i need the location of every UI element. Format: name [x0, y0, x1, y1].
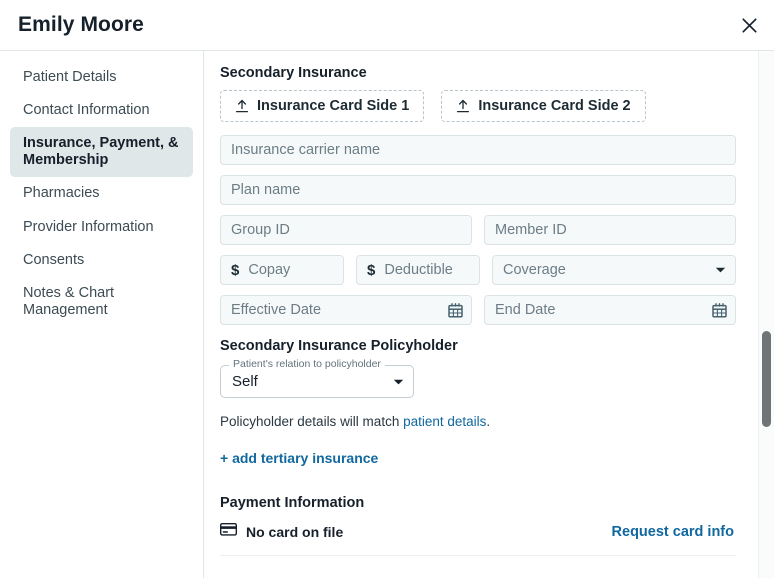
coverage-placeholder: Coverage — [503, 262, 566, 278]
plan-name-input[interactable]: Plan name — [220, 175, 736, 205]
page-title: Emily Moore — [18, 13, 144, 36]
relation-to-policyholder-label: Patient's relation to policyholder — [229, 358, 385, 371]
dates-row: Effective Date End Date — [220, 295, 736, 325]
calendar-icon[interactable] — [712, 302, 727, 318]
upload-icon — [456, 99, 470, 114]
payment-information-heading: Payment Information — [220, 495, 365, 511]
upload-insurance-card-side-2-label: Insurance Card Side 2 — [478, 98, 631, 114]
insurance-card-upload-row: Insurance Card Side 1 Insurance Card Sid… — [220, 90, 736, 122]
plan-name-placeholder: Plan name — [231, 182, 301, 198]
modal-body: Patient Details Contact Information Insu… — [0, 51, 774, 578]
deductible-placeholder: Deductible — [384, 262, 453, 278]
member-id-placeholder: Member ID — [495, 222, 567, 238]
end-date-input[interactable]: End Date — [484, 295, 736, 325]
carrier-name-row: Insurance carrier name — [220, 135, 736, 165]
copay-input[interactable]: $ Copay — [220, 255, 344, 285]
policyholder-note-prefix: Policyholder details will match — [220, 414, 404, 429]
dollar-icon: $ — [367, 261, 376, 279]
policyholder-note: Policyholder details will match patient … — [220, 414, 736, 429]
payment-card-row: No card on file Request card info — [219, 522, 736, 541]
chevron-down-icon — [715, 266, 726, 274]
patient-details-link[interactable]: patient details — [403, 414, 486, 429]
group-id-placeholder: Group ID — [231, 222, 290, 238]
relation-to-policyholder-value: Self — [232, 373, 258, 390]
effective-date-placeholder: Effective Date — [231, 302, 322, 318]
ids-row: Group ID Member ID — [220, 215, 736, 245]
upload-insurance-card-side-1-button[interactable]: Insurance Card Side 1 — [220, 90, 425, 122]
sidebar-nav: Patient Details Contact Information Insu… — [0, 51, 204, 578]
upload-insurance-card-side-1-label: Insurance Card Side 1 — [257, 98, 410, 114]
copay-deductible-coverage-row: $ Copay $ Deductible Coverage — [220, 255, 736, 285]
plan-name-row: Plan name — [220, 175, 736, 205]
member-id-input[interactable]: Member ID — [484, 215, 736, 245]
sidebar-item-patient-details[interactable]: Patient Details — [10, 61, 193, 94]
policyholder-heading: Secondary Insurance Policyholder — [220, 338, 458, 354]
insurance-carrier-name-placeholder: Insurance carrier name — [231, 142, 381, 158]
sidebar-item-provider-information[interactable]: Provider Information — [10, 211, 193, 244]
content-scrollbar-track[interactable] — [758, 51, 774, 578]
deductible-input[interactable]: $ Deductible — [356, 255, 480, 285]
calendar-icon[interactable] — [448, 302, 463, 318]
insurance-carrier-name-input[interactable]: Insurance carrier name — [220, 135, 736, 165]
content-scrollbar-thumb[interactable] — [762, 331, 771, 427]
end-date-placeholder: End Date — [495, 302, 556, 318]
copay-placeholder: Copay — [248, 262, 291, 278]
sidebar-item-insurance-payment-membership[interactable]: Insurance, Payment, & Membership — [10, 127, 193, 178]
upload-icon — [235, 99, 249, 114]
add-tertiary-insurance-button[interactable]: + add tertiary insurance — [220, 450, 378, 466]
clipped-row — [220, 555, 736, 570]
chevron-down-icon — [393, 373, 404, 390]
sidebar-item-consents[interactable]: Consents — [10, 244, 193, 277]
secondary-insurance-heading: Secondary Insurance — [220, 65, 367, 81]
upload-insurance-card-side-2-button[interactable]: Insurance Card Side 2 — [441, 90, 646, 122]
payment-card-status-label: No card on file — [246, 524, 344, 540]
group-id-input[interactable]: Group ID — [220, 215, 472, 245]
coverage-select[interactable]: Coverage — [492, 255, 736, 285]
relation-to-policyholder-select-wrap: Self Patient's relation to policyholder — [220, 358, 414, 398]
content-panel: Secondary Insurance Insurance Card Side … — [204, 51, 756, 578]
policyholder-note-suffix: . — [486, 414, 491, 429]
sidebar-item-pharmacies[interactable]: Pharmacies — [10, 177, 193, 210]
sidebar-item-notes-chart-management[interactable]: Notes & Chart Management — [10, 277, 193, 327]
patient-detail-modal: Emily Moore Patient Details Contact Info… — [0, 0, 774, 578]
credit-card-icon — [219, 522, 238, 541]
modal-header: Emily Moore — [0, 0, 774, 51]
effective-date-input[interactable]: Effective Date — [220, 295, 472, 325]
close-icon[interactable] — [733, 10, 765, 40]
request-card-info-button[interactable]: Request card info — [612, 524, 734, 540]
dollar-icon: $ — [231, 261, 240, 279]
payment-card-status: No card on file — [219, 522, 344, 541]
sidebar-item-contact-information[interactable]: Contact Information — [10, 94, 193, 127]
